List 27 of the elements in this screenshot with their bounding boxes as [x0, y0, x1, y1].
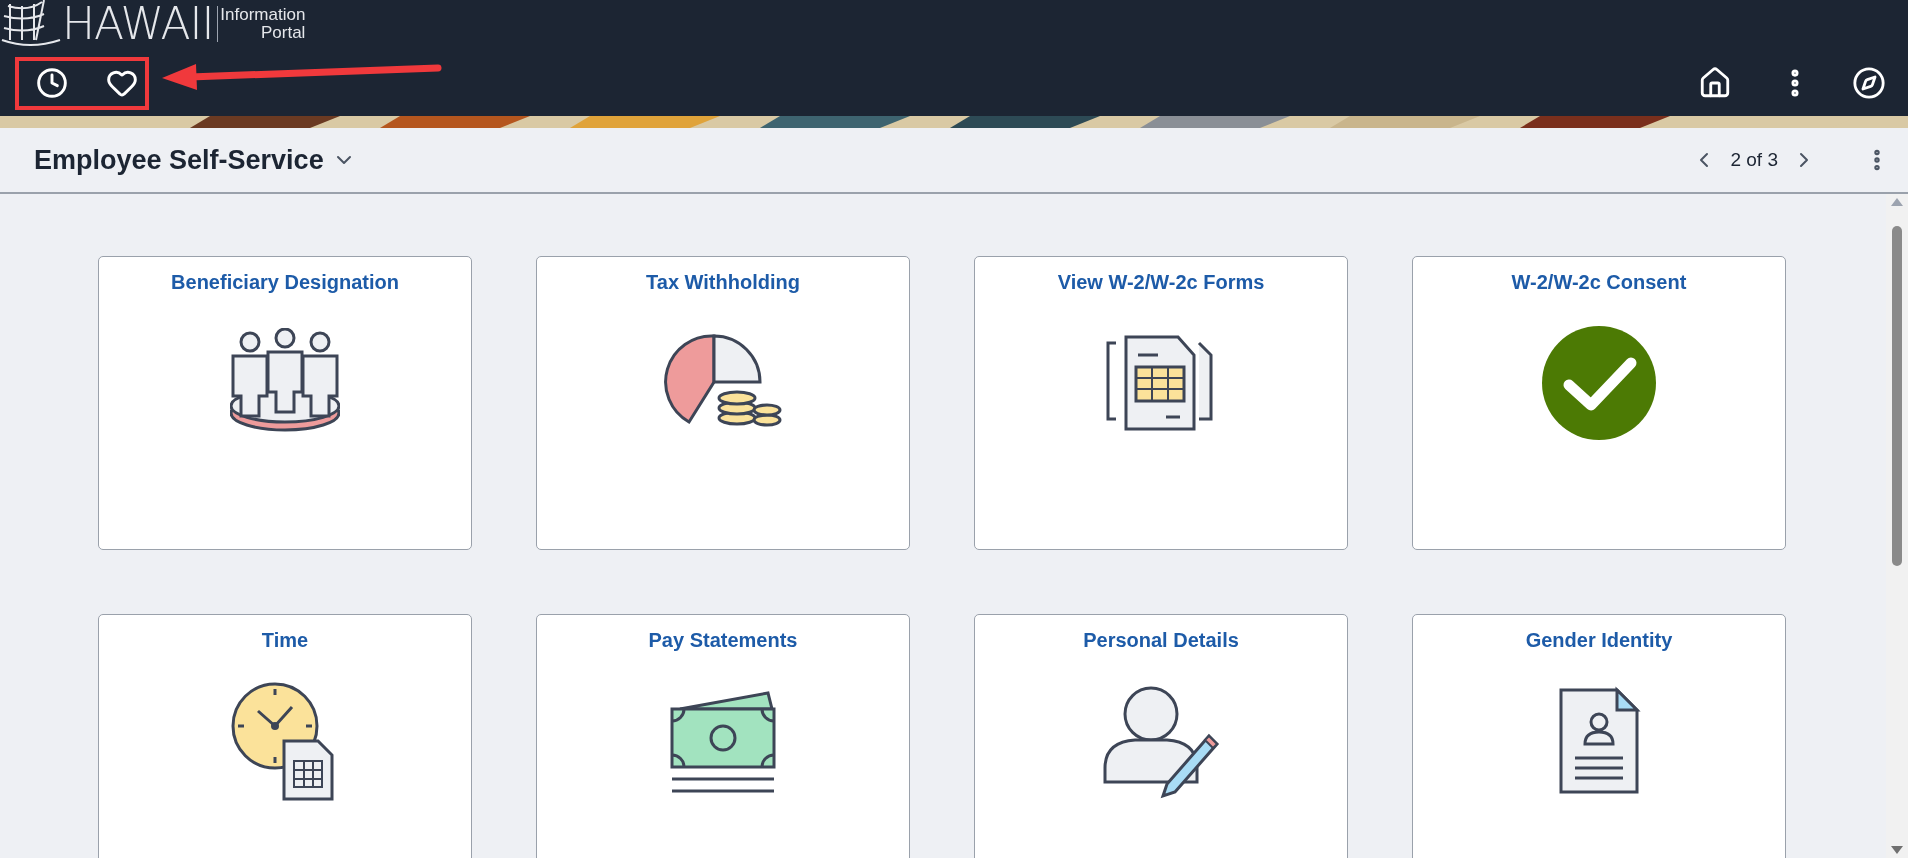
scroll-down-icon[interactable]: [1891, 846, 1903, 854]
tile[interactable]: Time: [98, 614, 472, 858]
tile[interactable]: View W-2/W-2c Forms: [974, 256, 1348, 550]
tile-title: Gender Identity: [1525, 628, 1673, 653]
scroll-thumb[interactable]: [1892, 226, 1902, 566]
tile-title: Pay Statements: [648, 628, 798, 653]
tile-title: Personal Details: [1083, 628, 1239, 653]
tile[interactable]: Pay Statements: [536, 614, 910, 858]
tile[interactable]: Beneficiary Designation: [98, 256, 472, 550]
id-document-icon: [1557, 686, 1641, 796]
logo-name: HAWAII: [62, 0, 214, 48]
page-counter: 2 of 3: [1730, 147, 1778, 172]
tile[interactable]: Personal Details: [974, 614, 1348, 858]
logo-tagline: Information: [220, 6, 306, 24]
tile-title: W-2/W-2c Consent: [1511, 270, 1687, 295]
logo-tagline: Portal: [260, 24, 306, 42]
tile-title: View W-2/W-2c Forms: [1057, 270, 1265, 295]
boat-logo-icon: [0, 0, 62, 48]
tile-title: Tax Withholding: [646, 270, 800, 295]
tile[interactable]: Tax Withholding: [536, 256, 910, 550]
checkmark-icon: [1541, 325, 1657, 441]
tile[interactable]: Gender Identity: [1412, 614, 1786, 858]
banknote-icon: [668, 688, 778, 794]
page-title: Employee Self-Service: [34, 143, 324, 177]
tile-title: Beneficiary Designation: [171, 270, 399, 295]
tile-title: Time: [261, 628, 309, 653]
tile[interactable]: W-2/W-2c Consent: [1412, 256, 1786, 550]
